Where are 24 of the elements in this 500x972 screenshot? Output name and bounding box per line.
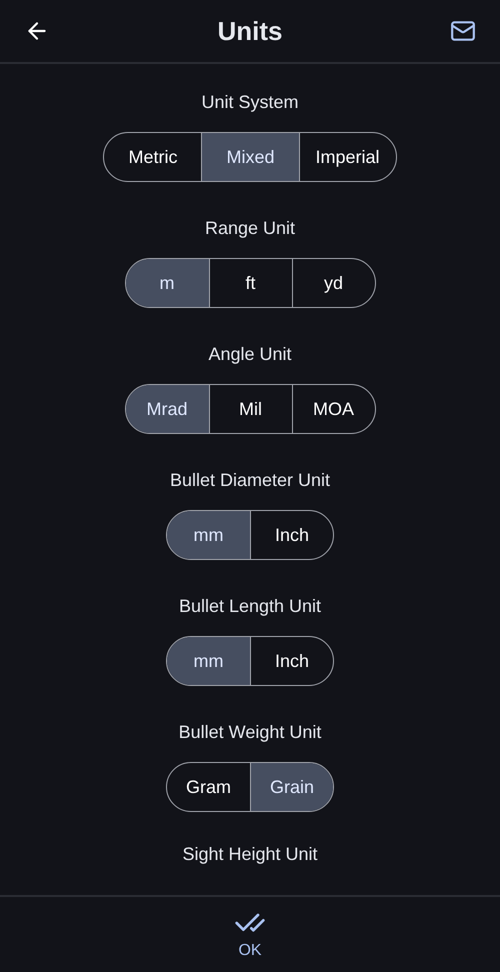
group-label: Bullet Weight Unit <box>178 721 322 744</box>
segment-option[interactable]: m <box>126 259 208 307</box>
segment-option[interactable]: MOA <box>292 385 374 433</box>
group-label: Unit System <box>201 91 299 114</box>
segment-option[interactable]: ft <box>208 259 292 307</box>
group-label: Bullet Length Unit <box>178 595 322 618</box>
segment-option[interactable]: Mrad <box>126 385 208 433</box>
ok-button[interactable]: OK <box>218 897 282 972</box>
group-label: Sight Height Unit <box>182 843 318 866</box>
segment-option[interactable]: Grain <box>250 763 333 811</box>
segment-option[interactable]: mm <box>167 511 250 559</box>
page-title: Units <box>218 14 282 48</box>
group-label: Range Unit <box>204 217 296 240</box>
segment-option[interactable]: Inch <box>250 511 333 559</box>
segment-option[interactable]: mm <box>167 637 250 685</box>
group-label: Bullet Diameter Unit <box>170 469 330 492</box>
segment-option[interactable]: Gram <box>167 763 250 811</box>
segment-option[interactable]: Inch <box>250 637 333 685</box>
segment-option[interactable]: Metric <box>104 133 202 181</box>
group-label: Angle Unit <box>208 343 292 366</box>
segment-option[interactable]: Mixed <box>201 133 299 181</box>
segment-option[interactable]: yd <box>292 259 374 307</box>
segment-option[interactable]: Imperial <box>298 133 396 181</box>
segment-option[interactable]: Mil <box>208 385 292 433</box>
